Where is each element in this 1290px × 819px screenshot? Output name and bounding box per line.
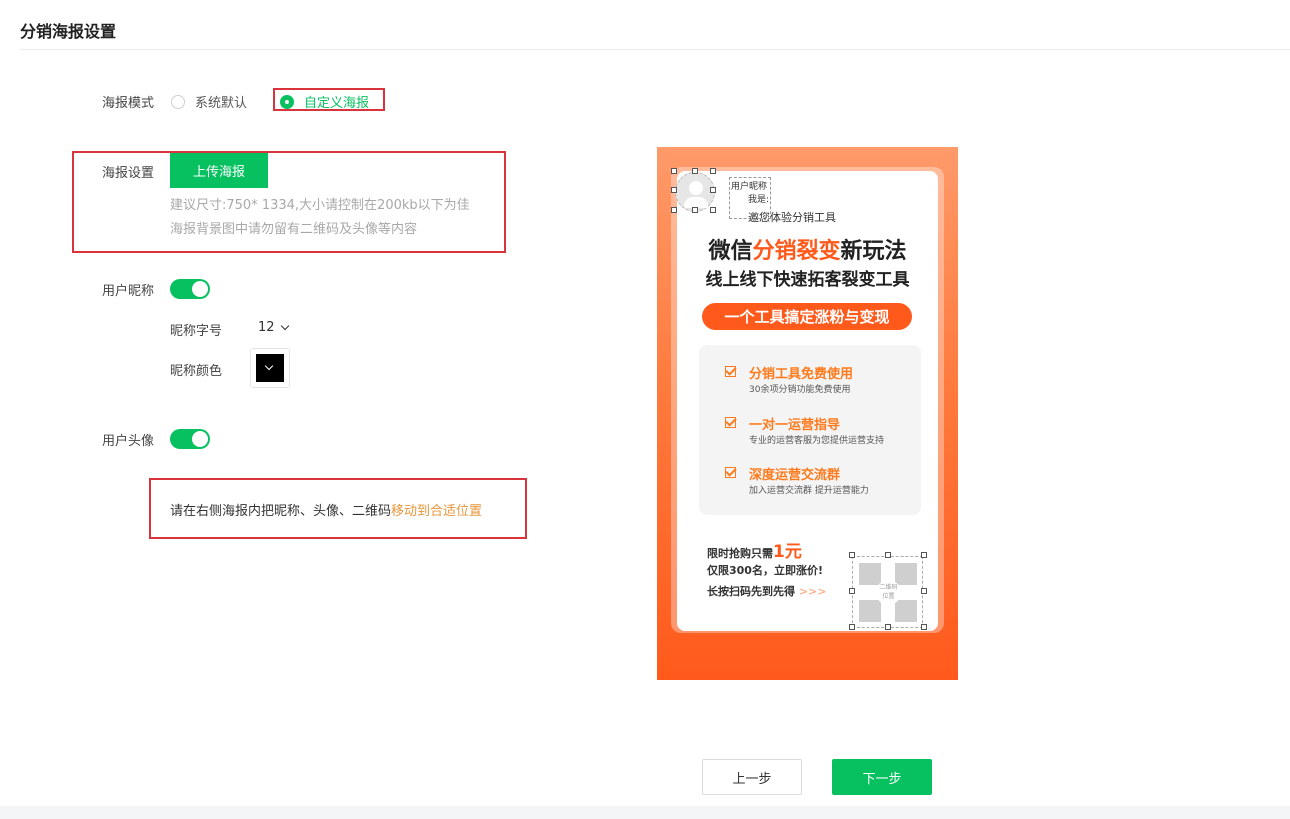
font-size-value: 12 [258,320,275,335]
upload-poster-button[interactable]: 上传海报 [170,153,268,188]
font-size-label: 昵称字号 [170,324,223,339]
poster-headline-2: 线上线下快速拓客裂变工具 [705,270,910,290]
resize-handle[interactable] [921,624,927,630]
avatar-toggle[interactable] [170,429,210,449]
resize-handle[interactable] [710,187,716,193]
poster-i-am: 我是: [748,195,770,205]
radio-label: 自定义海报 [304,96,370,111]
avatar-placeholder-icon[interactable] [675,172,715,212]
resize-handle[interactable] [849,588,855,594]
resize-handle[interactable] [710,207,716,213]
resize-handle[interactable] [671,187,677,193]
poster-pill-banner: 一个工具搞定涨粉与变现 [702,303,912,330]
qr-code-placeholder[interactable]: 二维码 位置 [852,556,923,628]
bottom-band [0,806,1290,819]
resize-handle[interactable] [885,552,891,558]
feature-title: 一对一运营指导 [749,418,841,433]
checkbox-icon [725,366,736,377]
poster-invite-text: 邀您体验分销工具 [748,211,836,224]
resize-handle[interactable] [921,588,927,594]
radio-checked-icon [280,94,294,109]
poster-mode-label: 海报模式 [102,96,155,111]
radio-custom-poster[interactable]: 自定义海报 [280,92,369,111]
size-hint: 建议尺寸:750* 1334,大小请控制在200kb以下为佳 [170,198,470,213]
feature-title: 分销工具免费使用 [749,367,854,382]
chevron-down-icon [280,321,289,331]
resize-handle[interactable] [885,624,891,630]
feature-subtitle: 加入运营交流群 提升运营能力 [749,486,869,496]
resize-handle[interactable] [692,207,698,213]
promo-scan-text: 长按扫码先到先得 [707,585,795,598]
resize-handle[interactable] [671,207,677,213]
promo-prefix: 限时抢购只需 [707,547,773,560]
nickname-label: 用户昵称 [102,284,155,299]
color-swatch [256,354,284,382]
qr-module [895,600,917,622]
resize-handle[interactable] [692,168,698,174]
nickname-toggle[interactable] [170,279,210,299]
note-prefix: 请在右侧海报内把昵称、头像、二维码 [170,504,392,519]
feature-subtitle: 专业的运营客服为您提供运营支持 [749,436,885,446]
chevron-down-icon [264,361,274,371]
qr-label: 二维码 [879,584,898,591]
poster-preview: 用户昵称 我是: 邀您体验分销工具 微信分销裂变新玩法 线上线下快速拓客裂变工具… [657,147,958,680]
promo-price: 1元 [773,542,802,562]
poster-nickname-placeholder: 用户昵称 [731,179,768,192]
arrows-icon: >>> [798,585,827,598]
title-divider [20,49,1290,50]
qr-finder [859,563,881,585]
next-step-button[interactable]: 下一步 [832,759,932,795]
radio-system-default[interactable]: 系统默认 [171,92,247,111]
qr-center-label: 二维码 位置 [876,580,901,605]
qr-label: 位置 [882,593,895,600]
radio-label: 系统默认 [195,96,248,111]
poster-headline-1: 微信分销裂变新玩法 [657,233,958,265]
position-note: 请在右侧海报内把昵称、头像、二维码移动到合适位置 [170,500,482,519]
content-hint: 海报背景图中请勿留有二维码及头像等内容 [170,222,418,237]
resize-handle[interactable] [671,168,677,174]
note-highlight: 移动到合适位置 [391,504,483,519]
headline-highlight: 分销裂变 [752,239,841,264]
poster-settings-page: 分销海报设置 海报模式 系统默认 自定义海报 海报设置 上传海报 建议尺寸:75… [0,0,1290,819]
checkbox-icon [725,467,736,478]
poster-settings-label: 海报设置 [102,166,155,181]
nickname-color-label: 昵称颜色 [170,364,223,379]
radio-circle-icon [171,94,185,109]
checkbox-icon [725,417,736,428]
page-title: 分销海报设置 [20,22,117,41]
font-size-select[interactable]: 12 [258,320,289,335]
resize-handle[interactable] [849,552,855,558]
poster-promo-limit: 仅限300名，立即涨价! [707,564,823,577]
qr-finder [895,563,917,585]
prev-step-button[interactable]: 上一步 [702,759,802,795]
headline-part: 微信 [708,239,753,264]
resize-handle[interactable] [849,624,855,630]
resize-handle[interactable] [710,168,716,174]
qr-finder [859,600,881,622]
feature-subtitle: 30余项分销功能免费使用 [749,385,851,395]
resize-handle[interactable] [921,552,927,558]
poster-promo-scan: 长按扫码先到先得 >>> [707,583,827,599]
avatar-label: 用户头像 [102,434,155,449]
feature-title: 深度运营交流群 [749,468,841,483]
poster-promo-price: 限时抢购只需1元 [707,537,802,562]
headline-part: 新玩法 [840,239,907,264]
nickname-color-picker[interactable] [250,348,290,388]
